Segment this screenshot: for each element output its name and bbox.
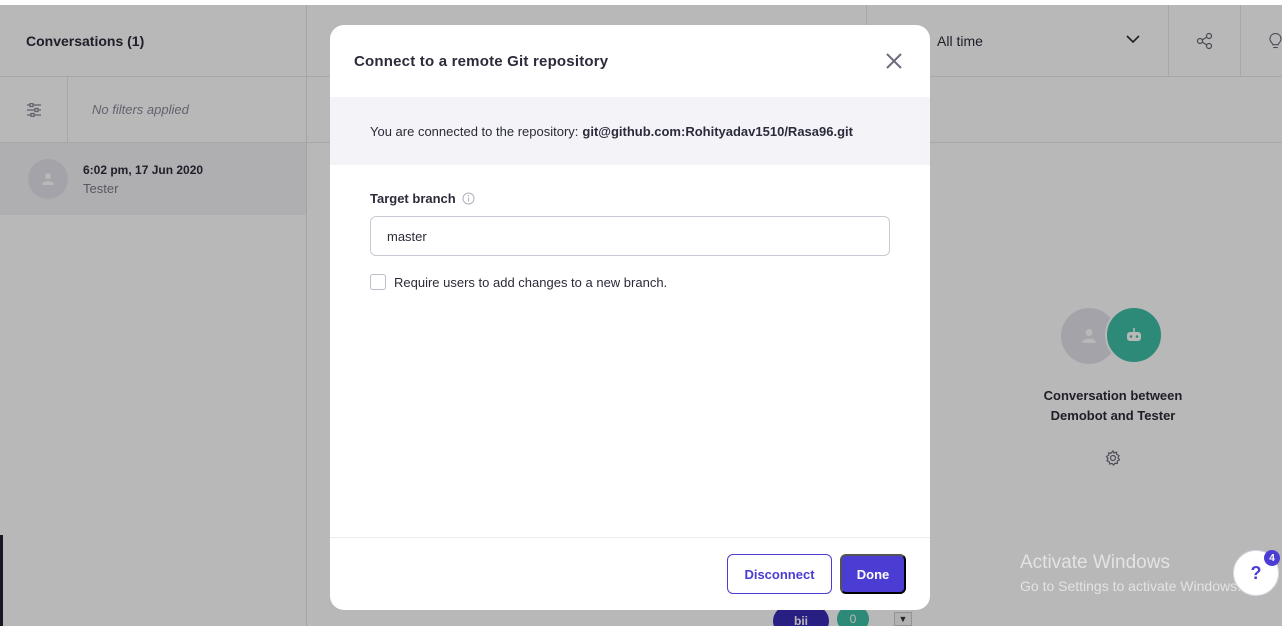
info-icon[interactable] xyxy=(462,192,475,205)
repo-prefix-text: You are connected to the repository: xyxy=(370,123,579,139)
help-notification-badge: 4 xyxy=(1264,550,1280,566)
repo-url: git@github.com:Rohityadav1510/Rasa96.git xyxy=(582,123,853,139)
require-new-branch-checkbox[interactable] xyxy=(370,274,386,290)
git-connect-modal: Connect to a remote Git repository You a… xyxy=(330,25,930,610)
done-button[interactable]: Done xyxy=(840,554,906,594)
target-branch-input[interactable] xyxy=(370,216,890,256)
close-icon[interactable] xyxy=(884,51,904,71)
disconnect-button[interactable]: Disconnect xyxy=(727,554,832,594)
target-branch-label-text: Target branch xyxy=(370,191,456,206)
windows-activation-watermark: Activate Windows Go to Settings to activ… xyxy=(1020,552,1241,594)
branch-form: Target branch Require users to add chang… xyxy=(330,165,930,290)
require-new-branch-label[interactable]: Require users to add changes to a new br… xyxy=(394,275,667,290)
watermark-line-1: Activate Windows xyxy=(1020,552,1170,573)
modal-title: Connect to a remote Git repository xyxy=(354,52,609,70)
require-new-branch-row: Require users to add changes to a new br… xyxy=(370,274,890,290)
watermark-line-2: Go to Settings to activate Windows. xyxy=(1020,578,1241,594)
target-branch-label: Target branch xyxy=(370,191,890,206)
modal-header: Connect to a remote Git repository xyxy=(330,25,930,97)
modal-footer: Disconnect Done xyxy=(330,537,930,610)
repository-info: You are connected to the repository: git… xyxy=(330,97,930,165)
